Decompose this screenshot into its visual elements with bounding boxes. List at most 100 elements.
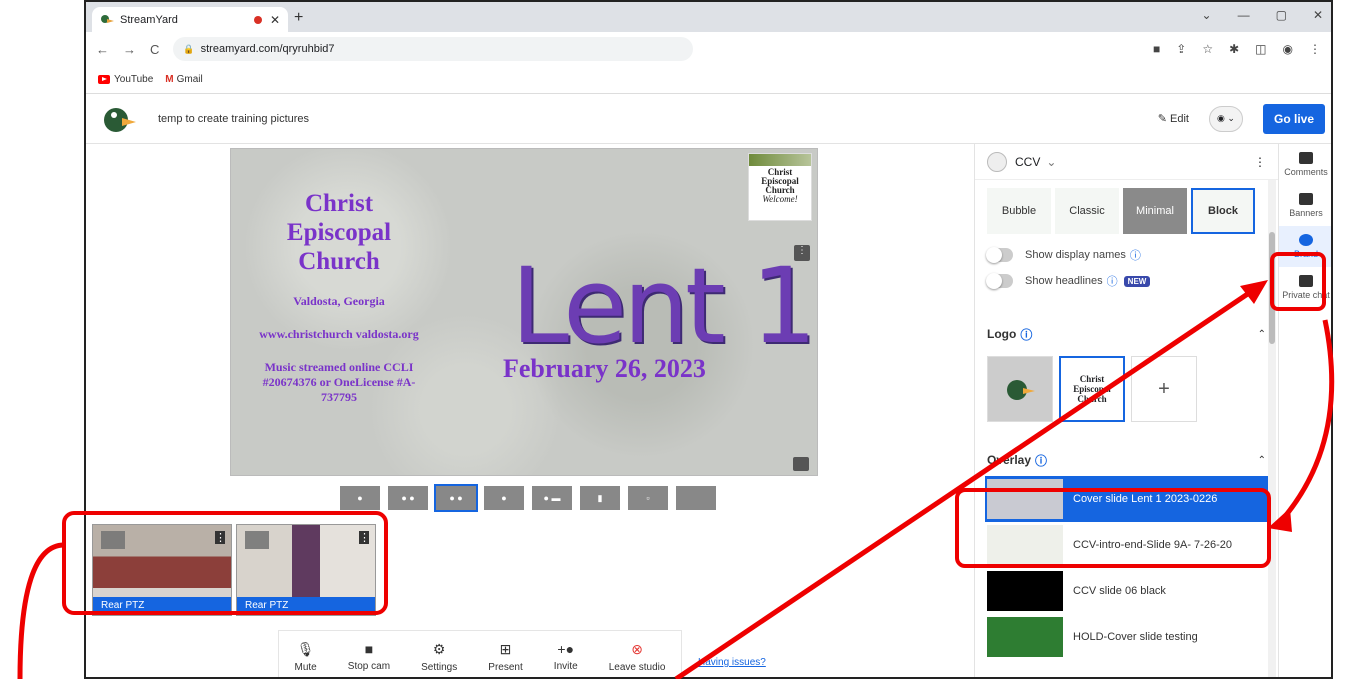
- fullscreen-icon[interactable]: [793, 457, 809, 471]
- mute-button[interactable]: 🎙 Mute: [295, 641, 317, 673]
- overlay-item[interactable]: Cover slide Lent 1 2023-0226: [985, 476, 1268, 522]
- guest-label: Rear PTZ: [237, 597, 375, 615]
- comment-icon: [1299, 152, 1313, 164]
- new-tab-button[interactable]: +: [294, 9, 303, 27]
- settings-button[interactable]: ⚙ Settings: [421, 641, 457, 673]
- palette-icon: [1299, 234, 1313, 246]
- streamyard-logo-icon: [104, 107, 136, 132]
- close-window-button[interactable]: ✕: [1313, 8, 1323, 22]
- browser-tab[interactable]: StreamYard ✕: [92, 7, 288, 32]
- panel-scrollbar[interactable]: [1268, 180, 1276, 677]
- guest-tray: ⋮ Rear PTZ ⋮ Rear PTZ: [92, 524, 376, 616]
- church-logo-text: Christ Episcopal Church: [761, 167, 799, 195]
- help-icon[interactable]: ⓘ: [1130, 247, 1141, 263]
- guest-tile[interactable]: ⋮ Rear PTZ: [236, 524, 376, 616]
- show-headlines-toggle[interactable]: Show headlines ⓘ NEW: [975, 268, 1278, 294]
- broadcast-name[interactable]: temp to create training pictures: [158, 113, 309, 125]
- account-avatar[interactable]: ◉ ⌄: [1209, 105, 1243, 132]
- present-button[interactable]: ⊞ Present: [488, 641, 522, 673]
- toggle-switch[interactable]: [986, 247, 1013, 263]
- youtube-icon: [98, 74, 110, 84]
- church-roof-icon: [749, 154, 811, 166]
- tab-bar: StreamYard ✕ + ⌄ — ▢ ✕: [86, 2, 1331, 32]
- back-icon[interactable]: ←: [96, 42, 109, 57]
- style-bubble[interactable]: Bubble: [987, 188, 1051, 234]
- guest-menu-icon[interactable]: ⋮: [215, 531, 226, 544]
- collapse-icon[interactable]: ⌃: [1258, 455, 1266, 466]
- help-icon[interactable]: ⓘ: [1020, 326, 1032, 343]
- guest-tile[interactable]: ⋮ Rear PTZ: [92, 524, 232, 616]
- profile-icon[interactable]: ◉: [1283, 42, 1293, 56]
- address-bar[interactable]: 🔒 streamyard.com/qryruhbid7: [173, 37, 694, 61]
- extensions-icon[interactable]: ✱: [1229, 42, 1239, 56]
- layout-pip[interactable]: ▫: [626, 484, 670, 512]
- go-live-button[interactable]: Go live: [1263, 103, 1325, 134]
- reload-icon[interactable]: C: [150, 42, 159, 57]
- logo-church[interactable]: Christ Episcopal Church: [1059, 356, 1125, 422]
- style-block[interactable]: Block: [1191, 188, 1255, 234]
- logo-streamyard[interactable]: [987, 356, 1053, 422]
- stop-cam-button[interactable]: ■ Stop cam: [348, 641, 390, 672]
- layout-fullscreen[interactable]: [674, 484, 718, 512]
- forward-icon[interactable]: →: [123, 42, 136, 57]
- camera-placeholder-icon: [245, 531, 269, 549]
- rail-comments[interactable]: Comments: [1279, 144, 1331, 185]
- slide-main-title: Lent 1: [511, 245, 817, 367]
- sidepanel-icon[interactable]: ◫: [1255, 42, 1266, 56]
- lock-icon: 🔒: [183, 43, 195, 54]
- close-tab-icon[interactable]: ✕: [270, 13, 280, 27]
- rail-banners[interactable]: Banners: [1279, 185, 1331, 226]
- brand-selector[interactable]: CCV ⌄ ⋮: [975, 144, 1278, 180]
- overlay-item[interactable]: CCV slide 06 black: [975, 568, 1278, 614]
- streamyard-favicon-icon: [101, 14, 114, 23]
- menu-icon[interactable]: ⋮: [1309, 42, 1321, 56]
- maximize-button[interactable]: ▢: [1276, 8, 1287, 22]
- edit-button[interactable]: ✎ Edit: [1158, 112, 1189, 125]
- brand-logo-icon: [987, 151, 1007, 172]
- bookmark-gmail[interactable]: M Gmail: [165, 74, 202, 85]
- layout-thin-screen[interactable]: ● ▬: [530, 484, 574, 512]
- guest-menu-icon[interactable]: ⋮: [359, 531, 370, 544]
- rail-brand[interactable]: Brand: [1279, 226, 1331, 267]
- rail-private-chat[interactable]: Private chat: [1279, 267, 1331, 308]
- having-issues-link[interactable]: Having issues?: [698, 657, 766, 668]
- church-logo-welcome: Welcome!: [762, 194, 798, 204]
- overlay-item[interactable]: CCV-intro-end-Slide 9A- 7-26-20: [975, 522, 1278, 568]
- present-screen-icon: ⊞: [499, 640, 512, 657]
- show-display-names-toggle[interactable]: Show display names ⓘ: [975, 242, 1278, 268]
- collapse-icon[interactable]: ⌃: [1258, 329, 1266, 340]
- help-icon[interactable]: ⓘ: [1035, 452, 1047, 469]
- minimize-button[interactable]: —: [1238, 8, 1250, 22]
- leave-studio-button[interactable]: ⊗ Leave studio: [609, 641, 666, 673]
- toggle-switch[interactable]: [986, 273, 1013, 289]
- bookmark-youtube[interactable]: YouTube: [98, 74, 153, 85]
- share-icon[interactable]: ⇪: [1176, 42, 1186, 56]
- invite-button[interactable]: +● Invite: [554, 641, 578, 672]
- layout-solo[interactable]: ●: [338, 484, 382, 512]
- extension-icons: ■ ⇪ ☆ ✱ ◫ ◉ ⋮: [1153, 42, 1321, 56]
- tab-search-icon[interactable]: ⌄: [1202, 8, 1212, 22]
- style-minimal[interactable]: Minimal: [1123, 188, 1187, 234]
- overlay-item[interactable]: HOLD-Cover slide testing: [975, 614, 1278, 660]
- logo-section-header[interactable]: Logo ⓘ ⌃: [975, 318, 1278, 350]
- layout-screen-sidebar[interactable]: ▮: [578, 484, 622, 512]
- star-icon[interactable]: ☆: [1202, 42, 1213, 56]
- add-person-icon: +●: [557, 641, 575, 657]
- layout-sidebyside[interactable]: ● ●: [434, 484, 478, 512]
- add-logo-button[interactable]: +: [1131, 356, 1197, 422]
- gear-icon: ⚙: [432, 640, 446, 657]
- slide-website: www.christchurch valdosta.org: [259, 327, 419, 341]
- scrollbar-thumb[interactable]: [1269, 232, 1275, 344]
- microphone-icon: 🎙: [296, 640, 315, 657]
- overlay-section-header[interactable]: Overlay ⓘ ⌃: [975, 444, 1278, 476]
- camera-icon[interactable]: ■: [1153, 42, 1160, 56]
- overlay-menu-icon[interactable]: ⋮: [794, 245, 810, 261]
- layout-group[interactable]: ● ●: [386, 484, 430, 512]
- layout-leader[interactable]: ●: [482, 484, 526, 512]
- slide-church-name: Christ Episcopal Church: [286, 190, 392, 275]
- more-options-icon[interactable]: ⋮: [1254, 155, 1266, 169]
- style-classic[interactable]: Classic: [1055, 188, 1119, 234]
- overlay-thumbnail: [987, 479, 1063, 519]
- help-icon[interactable]: ⓘ: [1107, 273, 1118, 289]
